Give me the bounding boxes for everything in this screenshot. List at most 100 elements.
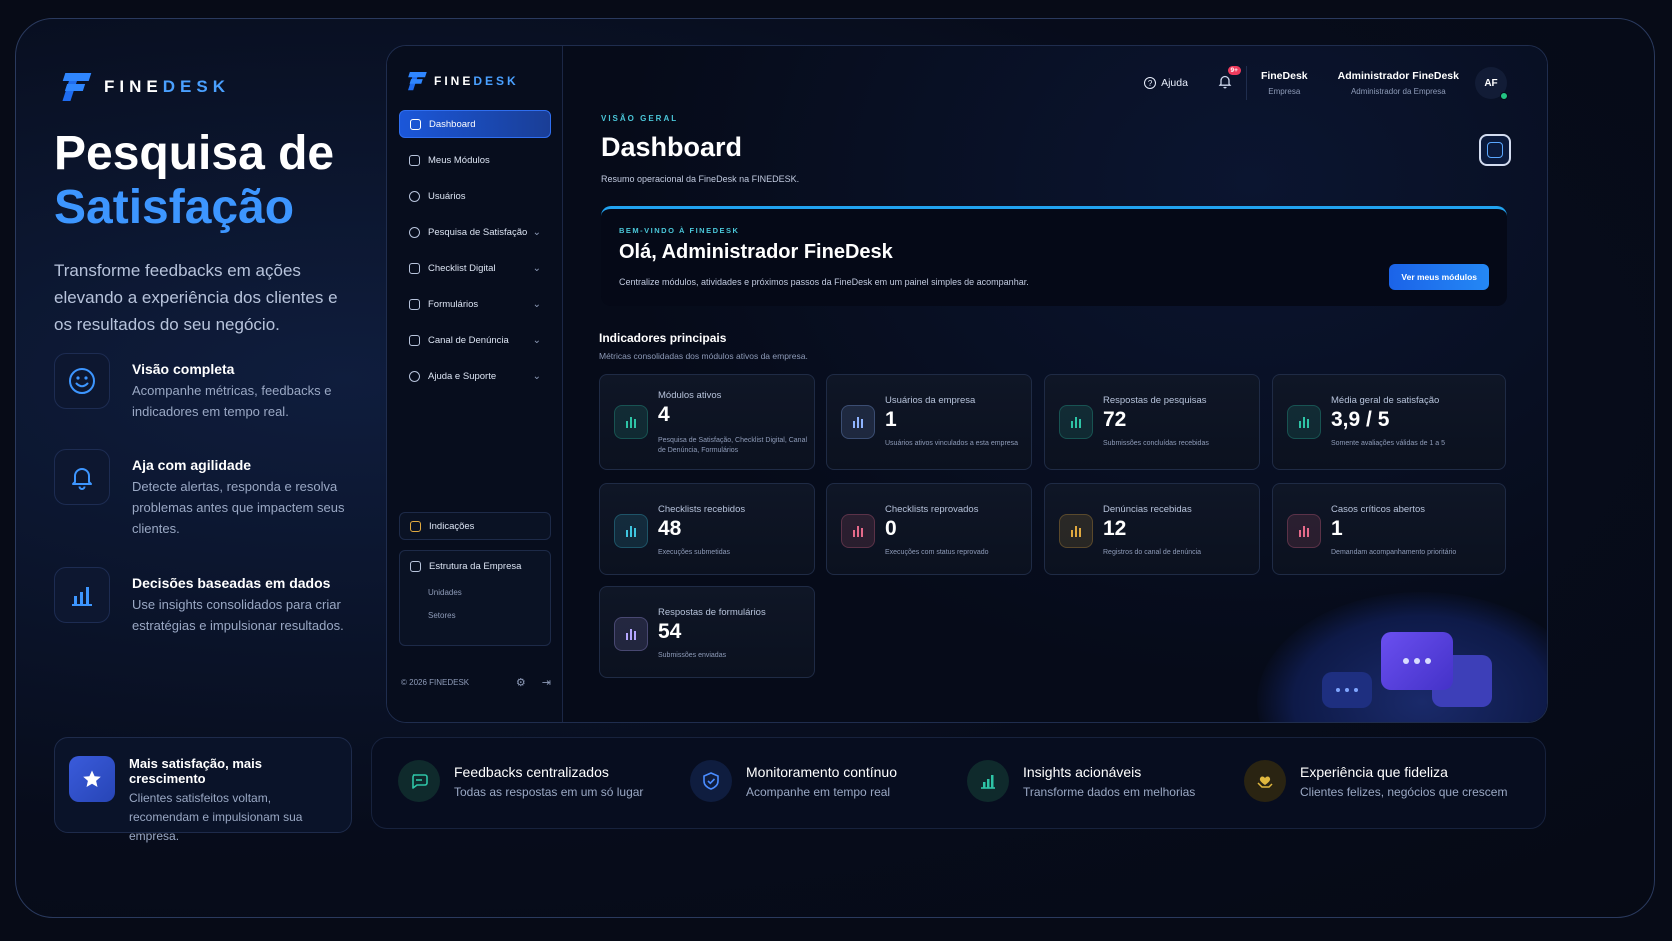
- sidebar-item-pesquisa[interactable]: Pesquisa de Satisfação ⌄: [399, 218, 551, 246]
- panel-icon: [1487, 142, 1503, 158]
- indicator-value: 3,9 / 5: [1331, 408, 1390, 431]
- indicator-note: Execuções submetidas: [658, 549, 730, 556]
- indicator-label: Média geral de satisfação: [1331, 395, 1440, 406]
- users-icon: [409, 190, 420, 202]
- company-switcher[interactable]: FineDesk Empresa: [1261, 70, 1308, 96]
- help-link[interactable]: ? Ajuda: [1144, 77, 1188, 89]
- page-subtitle: Resumo operacional da FineDesk na FINEDE…: [601, 174, 800, 184]
- benefit-item: Monitoramento contínuo Acompanhe em tempo…: [690, 760, 897, 802]
- bar-chart-icon: [614, 617, 648, 651]
- star-icon: [69, 756, 115, 802]
- chevron-down-icon: ⌄: [532, 262, 541, 274]
- cube-icon: [409, 154, 420, 166]
- smile-icon: [409, 226, 420, 238]
- indicator-value: 0: [885, 517, 897, 540]
- megaphone-icon: [409, 334, 420, 346]
- structure-link-unidades[interactable]: Unidades: [428, 588, 540, 597]
- brand-wordmark: FINEDESK: [104, 77, 230, 96]
- sidebar-item-usuarios[interactable]: Usuários: [399, 182, 551, 210]
- indicator-label: Usuários da empresa: [885, 395, 976, 406]
- bar-chart-icon: [1287, 514, 1321, 548]
- indicator-value: 48: [658, 517, 682, 540]
- indicators-subtitle: Métricas consolidadas dos módulos ativos…: [599, 351, 808, 361]
- indicator-note: Demandam acompanhamento prioritário: [1331, 549, 1457, 556]
- indicator-label: Denúncias recebidas: [1103, 504, 1192, 515]
- logout-icon[interactable]: ⇥: [542, 676, 551, 689]
- gear-icon[interactable]: ⚙: [516, 676, 526, 689]
- topbar: ? Ajuda 9+ FineDesk Empresa Administrador …: [1144, 66, 1508, 100]
- structure-link-setores[interactable]: Setores: [428, 611, 540, 620]
- chevron-down-icon: ⌄: [532, 334, 541, 346]
- bar-chart-icon: [54, 567, 110, 623]
- sidebar-item-checklist[interactable]: Checklist Digital ⌄: [399, 254, 551, 282]
- indicator-card[interactable]: Casos críticos abertos 1 Demandam acompanh…: [1272, 483, 1506, 575]
- indicator-card[interactable]: Módulos ativos 4 Pesquisa de Satisfação, C…: [599, 374, 815, 470]
- benefit-item: Experiência que fideliza Clientes felizes…: [1244, 760, 1507, 802]
- indicator-note: Somente avaliações válidas de 1 a 5: [1331, 440, 1446, 447]
- indicator-value: 1: [1331, 517, 1343, 540]
- indicator-value: 12: [1103, 517, 1127, 540]
- structure-title[interactable]: Estrutura da Empresa: [410, 561, 540, 572]
- chat-icon: [398, 760, 440, 802]
- indicator-card[interactable]: Respostas de pesquisas 72 Submissões concl…: [1044, 374, 1260, 470]
- notification-badge: 9+: [1227, 66, 1241, 75]
- showcase-frame: FINEDESK Pesquisa de Satisfação Transfor…: [15, 18, 1655, 918]
- view-modules-button[interactable]: Ver meus módulos: [1389, 264, 1489, 290]
- chat-illustration: [1207, 592, 1547, 722]
- bar-chart-icon: [614, 405, 648, 439]
- indicator-card[interactable]: Usuários da empresa 1 Usuários ativos vinc…: [826, 374, 1032, 470]
- benefit-item: Insights acionáveis Transforme dados em m…: [967, 760, 1195, 802]
- app-window: FINEDESK Dashboard Meus Módulos Usuários…: [386, 45, 1548, 723]
- notifications-button[interactable]: 9+: [1218, 66, 1241, 92]
- page-title: Dashboard: [601, 132, 743, 162]
- bell-icon: [1218, 75, 1232, 89]
- bar-chart-icon: [614, 514, 648, 548]
- welcome-banner: BEM-VINDO À FINEDESK Olá, Administrador …: [601, 206, 1507, 306]
- bar-chart-icon: [1059, 514, 1093, 548]
- sidebar-nav: Dashboard Meus Módulos Usuários Pesquisa…: [399, 110, 551, 398]
- feature-item: Aja com agilidade Detecte alertas, respon…: [54, 449, 354, 539]
- indicator-card[interactable]: Respostas de formulários 54 Submissões env…: [599, 586, 815, 678]
- hero-title: Pesquisa de Satisfação: [54, 127, 335, 234]
- sidebar-item-suporte[interactable]: Ajuda e Suporte ⌄: [399, 362, 551, 390]
- indicator-note: Execuções com status reprovado: [885, 549, 989, 556]
- indicator-note: Usuários ativos vinculados a esta empres…: [885, 440, 1019, 447]
- smile-icon: [54, 353, 110, 409]
- indicator-note: Registros do canal de denúncia: [1103, 549, 1202, 556]
- sidebar-item-dashboard[interactable]: Dashboard: [399, 110, 551, 138]
- bar-chart-icon: [841, 405, 875, 439]
- indicator-note: Submissões concluídas recebidas: [1103, 440, 1209, 447]
- indicacoes-button[interactable]: Indicações: [399, 512, 551, 540]
- indicator-card[interactable]: Denúncias recebidas 12 Registros do canal …: [1044, 483, 1260, 575]
- indicator-note: Pesquisa de Satisfação, Checklist Digita…: [658, 437, 808, 454]
- indicator-label: Casos críticos abertos: [1331, 504, 1425, 515]
- indicator-value: 72: [1103, 408, 1127, 431]
- indicators-title: Indicadores principais: [599, 331, 727, 345]
- indicator-card[interactable]: Checklists recebidos 48 Execuções submetid…: [599, 483, 815, 575]
- clipboard-icon: [409, 262, 420, 274]
- gift-icon: [410, 520, 421, 532]
- indicator-value: 54: [658, 620, 682, 643]
- indicator-label: Checklists reprovados: [885, 504, 979, 515]
- sidebar-item-denuncia[interactable]: Canal de Denúncia ⌄: [399, 326, 551, 354]
- sidebar-item-modulos[interactable]: Meus Módulos: [399, 146, 551, 174]
- indicator-card[interactable]: Média geral de satisfação 3,9 / 5 Somente …: [1272, 374, 1506, 470]
- avatar[interactable]: AF: [1475, 67, 1508, 100]
- indicator-card[interactable]: Checklists reprovados 0 Execuções com stat…: [826, 483, 1032, 575]
- sidebar-footer: © 2026 FINEDESK ⚙ ⇥: [401, 676, 551, 689]
- indicator-label: Módulos ativos: [658, 390, 722, 401]
- sidebar-brand[interactable]: FINEDESK: [407, 72, 519, 91]
- headset-icon: [409, 370, 420, 382]
- settings-shortcut-button[interactable]: [1479, 134, 1511, 166]
- feature-item: Decisões baseadas em dados Use insights c…: [54, 567, 354, 636]
- indicator-note: Submissões enviadas: [658, 652, 727, 659]
- home-icon: [410, 118, 421, 130]
- sidebar-item-formularios[interactable]: Formulários ⌄: [399, 290, 551, 318]
- building-icon: [410, 561, 421, 572]
- finedesk-logo-icon: [62, 73, 92, 101]
- bar-chart-icon: [967, 760, 1009, 802]
- sidebar: FINEDESK Dashboard Meus Módulos Usuários…: [387, 46, 563, 722]
- file-icon: [409, 298, 420, 310]
- benefits-strip: Feedbacks centralizados Todas as resposta…: [371, 737, 1546, 829]
- user-menu[interactable]: Administrador FineDesk Administrador da E…: [1338, 70, 1459, 96]
